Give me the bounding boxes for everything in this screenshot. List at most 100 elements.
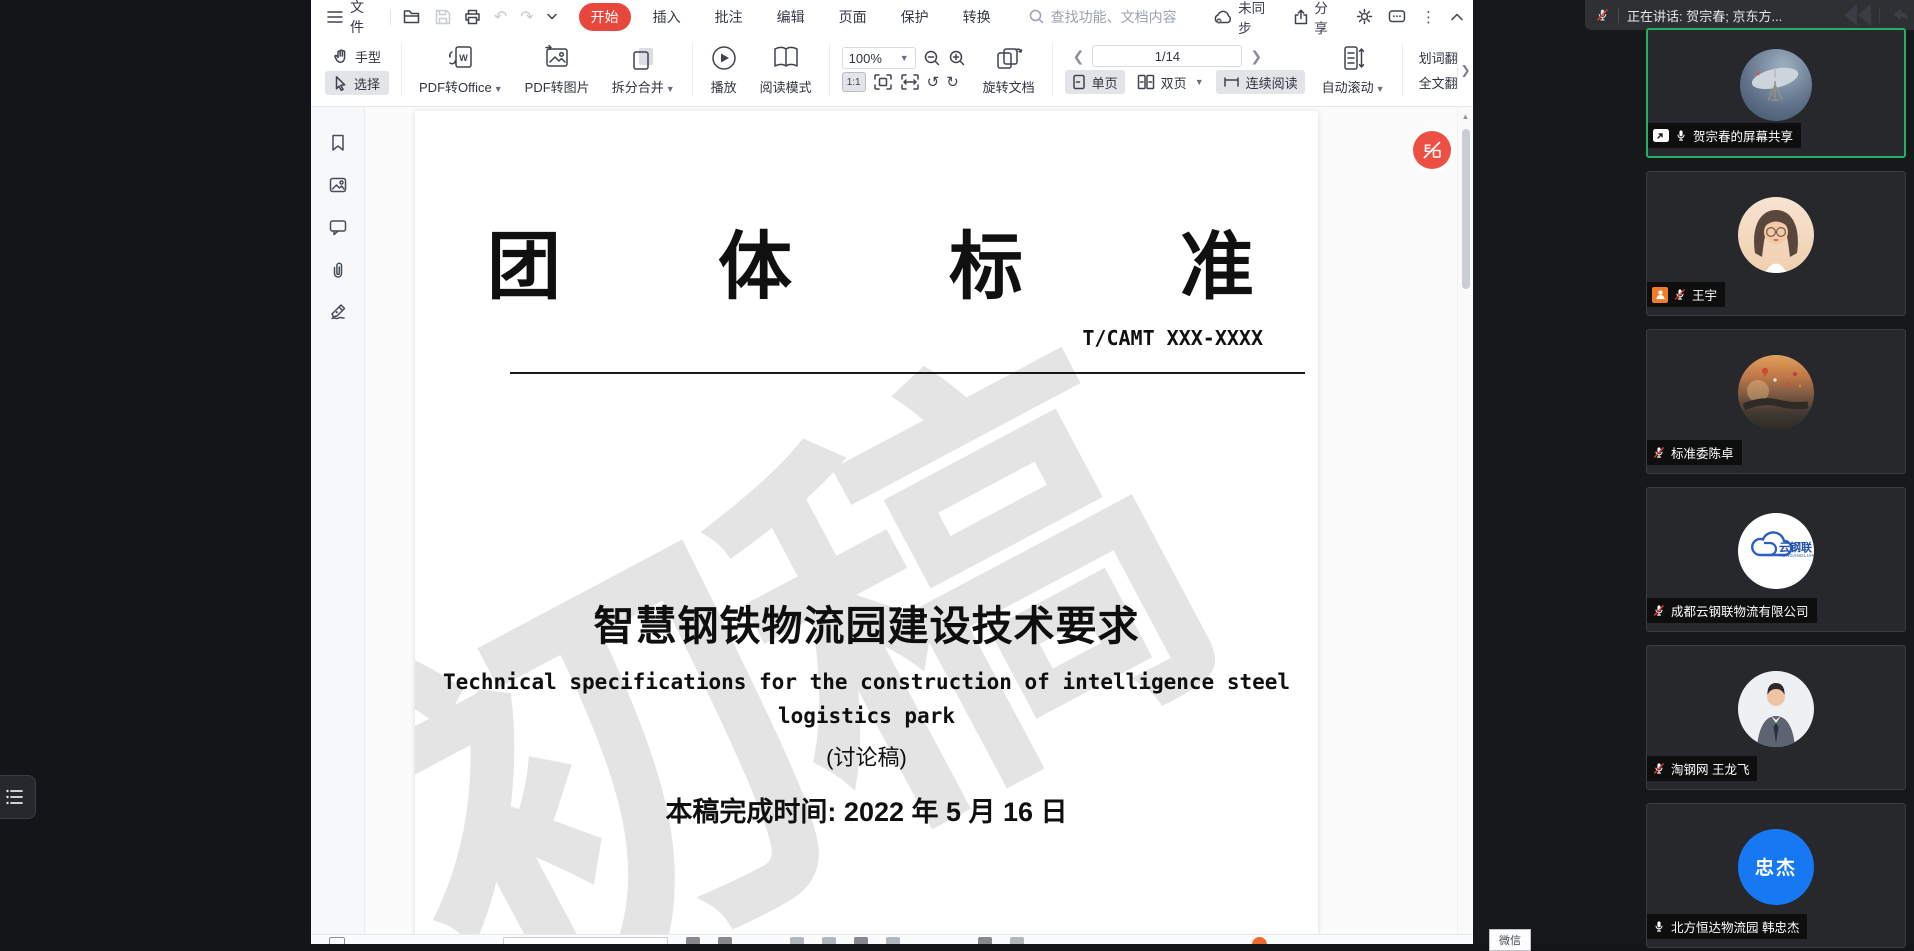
images-icon[interactable] [328, 175, 348, 195]
statusbar-icon[interactable] [686, 937, 700, 944]
hand-icon [333, 48, 349, 64]
caret-down-icon: ▼ [1195, 77, 1204, 87]
actual-size-button[interactable]: 1:1 [842, 72, 866, 92]
select-tool-button[interactable]: 选择 [325, 71, 389, 95]
scrollbar-thumb[interactable] [1462, 129, 1470, 289]
tab-home[interactable]: 开始 [579, 3, 631, 31]
full-translate-button[interactable]: a 全文翻译 [1415, 71, 1463, 93]
search-input[interactable]: 查找功能、文档内容 [1029, 7, 1214, 27]
auto-scroll-button[interactable]: 自动滚动▼ [1311, 33, 1396, 106]
bookmarks-icon[interactable] [328, 133, 348, 153]
statusbar-icon[interactable] [1010, 937, 1024, 944]
statusbar-icon[interactable] [854, 937, 868, 944]
participant-tile-wanglongfei[interactable]: 淘钢网 王龙飞 [1646, 645, 1906, 790]
two-page-label: 双页 [1161, 73, 1187, 92]
toolbar: 手型 选择 W PDF转Office▼ PDF转图片 拆分合并▼ 播放 阅读 [311, 33, 1473, 107]
fit-page-icon[interactable] [873, 73, 893, 91]
document-canvas[interactable]: 初稿 团 体 标 准 T/CAMT XXX-XXXX 智慧钢铁物流园建设技术要求… [365, 107, 1457, 934]
statusbar-icon[interactable] [886, 937, 900, 944]
participant-name: 成都云钢联物流有限公司 [1671, 601, 1809, 620]
hand-tool-button[interactable]: 手型 [325, 44, 389, 68]
pdf-to-image-icon [543, 44, 571, 72]
participant-tile-hezongchun[interactable]: 贺宗春的屏幕共享 [1646, 28, 1906, 158]
vertical-scrollbar[interactable]: ▲ [1457, 107, 1473, 934]
tab-page[interactable]: 页面 [827, 3, 879, 31]
toolbar-expand-button[interactable]: ❯ [1457, 50, 1473, 90]
outline-panel-toggle-button[interactable] [0, 775, 36, 819]
fit-width-icon[interactable] [900, 73, 920, 91]
file-menu-button[interactable]: 文件 [327, 0, 378, 37]
more-options-icon[interactable]: ⋮ [1421, 8, 1436, 26]
play-button[interactable]: 播放 [699, 33, 749, 106]
previous-page-button[interactable]: ❮ [1065, 48, 1093, 65]
signature-icon[interactable] [328, 301, 348, 321]
cursor-icon [333, 75, 348, 91]
word-translate-button[interactable]: a 划词翻译 [1415, 46, 1463, 68]
reply-arrow-icon[interactable] [1888, 6, 1908, 24]
chevron-down-icon[interactable] [547, 13, 557, 20]
page-indicator-input[interactable]: 1/14 [1092, 45, 1242, 67]
collapse-toolbar-icon[interactable] [1451, 13, 1463, 21]
tab-convert[interactable]: 转换 [951, 3, 1003, 31]
continuous-reading-button[interactable]: 连续阅读 [1216, 70, 1305, 94]
statusbar-search-input[interactable] [503, 937, 668, 944]
zoom-out-icon[interactable] [924, 50, 941, 67]
comments-icon[interactable] [328, 217, 348, 237]
statusbar-icon[interactable] [718, 937, 732, 944]
zoom-level-select[interactable]: 100% ▼ [842, 47, 916, 69]
zoom-in-icon[interactable] [949, 50, 966, 67]
translate-fab-button[interactable]: E [1413, 131, 1451, 169]
attachments-icon[interactable] [328, 259, 348, 279]
redo-icon[interactable]: ↷ [520, 7, 533, 27]
tab-comment[interactable]: 批注 [703, 3, 755, 31]
pdf-to-office-label: PDF转Office [419, 80, 492, 95]
tab-insert[interactable]: 插入 [641, 3, 693, 31]
header-rule [510, 372, 1305, 374]
print-icon[interactable] [464, 9, 481, 25]
menubar: 文件 ↶ ↷ 开始 插入 批注 编辑 页面 保护 转换 查找功能、文档内容 [311, 0, 1473, 33]
caret-down-icon: ▼ [900, 53, 909, 63]
divider [1879, 8, 1880, 23]
pdf-statusbar [311, 934, 1473, 944]
statusbar-icon[interactable] [978, 937, 992, 944]
member-badge-icon [1652, 287, 1668, 303]
participant-tile-chenzhuo[interactable]: 标准委陈卓 [1646, 329, 1906, 474]
participant-tile-wangyu[interactable]: 王宇 [1646, 171, 1906, 316]
scroll-up-arrow[interactable]: ▲ [1458, 112, 1473, 121]
save-icon[interactable] [435, 9, 451, 25]
sync-status-button[interactable]: 未同步 [1213, 0, 1278, 37]
hamburger-icon [327, 10, 343, 24]
header-char: 标 [949, 223, 1023, 312]
undo-icon[interactable]: ↶ [494, 7, 507, 27]
pdf-to-office-button[interactable]: W PDF转Office▼ [408, 33, 514, 106]
statusbar-icon[interactable] [822, 937, 836, 944]
rotate-right-icon[interactable]: ↻ [946, 73, 959, 91]
single-page-button[interactable]: 单页 [1065, 70, 1125, 94]
avatar-company-logo: 云钢联 YUNGANGLIAN [1738, 513, 1814, 589]
two-page-button[interactable]: 双页 ▼ [1130, 70, 1211, 94]
split-merge-button[interactable]: 拆分合并▼ [601, 33, 686, 106]
feedback-chat-icon[interactable] [1388, 9, 1406, 25]
rotate-left-icon[interactable]: ↺ [927, 73, 940, 91]
pdf-to-image-button[interactable]: PDF转图片 [514, 33, 601, 106]
thumbnail-panel-icon[interactable] [329, 937, 345, 944]
statusbar-app-logo[interactable] [1252, 937, 1267, 944]
settings-gear-icon[interactable] [1356, 8, 1373, 25]
participant-tile-hanzhongjie[interactable]: 忠杰 北方恒达物流园 韩忠杰 [1646, 803, 1906, 948]
mic-muted-icon [1652, 603, 1666, 618]
completion-date: 本稿完成时间: 2022 年 5 月 16 日 [415, 790, 1318, 829]
avatar-initials: 忠杰 [1738, 829, 1814, 905]
standard-code: T/CAMT XXX-XXXX [415, 326, 1318, 350]
rotate-document-button[interactable]: 旋转文档 [972, 33, 1046, 106]
tab-edit[interactable]: 编辑 [765, 3, 817, 31]
tab-protect[interactable]: 保护 [889, 3, 941, 31]
statusbar-icon[interactable] [790, 937, 804, 944]
open-file-icon[interactable] [403, 9, 422, 25]
speaking-banner-text: 正在讲话: 贺宗春; 京东方... [1627, 6, 1836, 25]
participant-label: 王宇 [1647, 282, 1725, 307]
ribbon-tabs: 开始 插入 批注 编辑 页面 保护 转换 [579, 3, 1003, 31]
read-mode-button[interactable]: 阅读模式 [749, 33, 823, 106]
next-page-button[interactable]: ❯ [1242, 48, 1270, 65]
share-button[interactable]: 分享 [1293, 0, 1341, 37]
participant-tile-yunganglian[interactable]: 云钢联 YUNGANGLIAN 成都云钢联物流有限公司 [1646, 487, 1906, 632]
